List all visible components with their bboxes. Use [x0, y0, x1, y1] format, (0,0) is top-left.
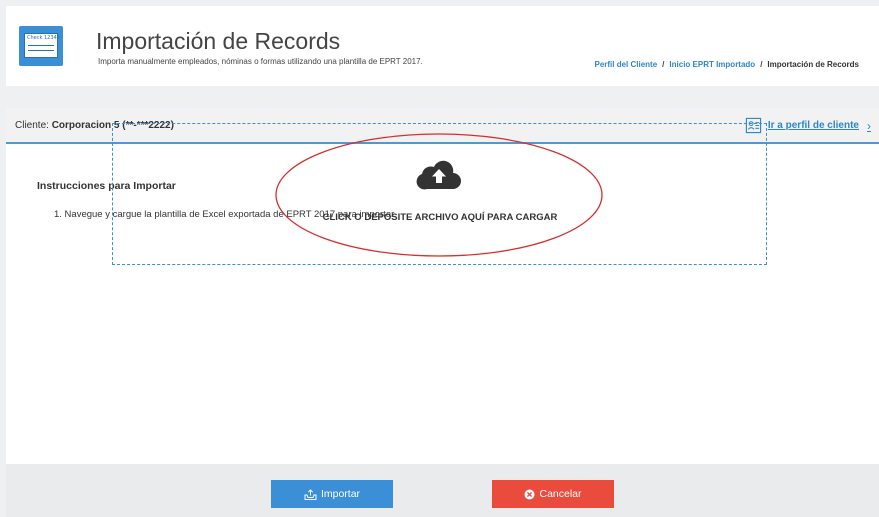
times-circle-icon [524, 489, 535, 499]
breadcrumb-separator: / [760, 60, 763, 69]
cancel-button[interactable]: Cancelar [492, 480, 614, 508]
import-button-label: Importar [320, 488, 361, 500]
dropzone-label[interactable]: CLICK O DEPOSITE ARCHIVO AQUÍ PARA CARGA… [320, 212, 560, 223]
breadcrumb-link-inicio-eprt[interactable]: Inicio EPRT Importado [669, 60, 755, 69]
import-icon [304, 488, 317, 500]
footer-actions: Importar Cancelar [6, 464, 879, 517]
page-subtitle: Importa manualmente empleados, nóminas o… [98, 57, 423, 66]
chevron-right-icon: › [867, 118, 871, 133]
client-label: Cliente: [15, 120, 49, 131]
import-button[interactable]: Importar [271, 480, 393, 508]
profile-link-label: Ir a perfil de cliente [767, 120, 859, 131]
file-dropzone[interactable] [112, 123, 767, 265]
check-card-icon: Check 12345 [19, 26, 63, 66]
cancel-button-label: Cancelar [539, 488, 582, 500]
cloud-upload-icon[interactable] [416, 157, 462, 191]
breadcrumb: Perfil del Cliente / Inicio EPRT Importado… [594, 60, 859, 69]
breadcrumb-current: Importación de Records [767, 60, 859, 69]
page-title: Importación de Records [96, 28, 341, 54]
breadcrumb-separator: / [662, 60, 665, 69]
page-header: Check 12345 Importación de Records Impor… [6, 6, 879, 86]
breadcrumb-link-perfil-cliente[interactable]: Perfil del Cliente [594, 60, 657, 69]
check-icon-text: Check 12345 [27, 35, 60, 41]
